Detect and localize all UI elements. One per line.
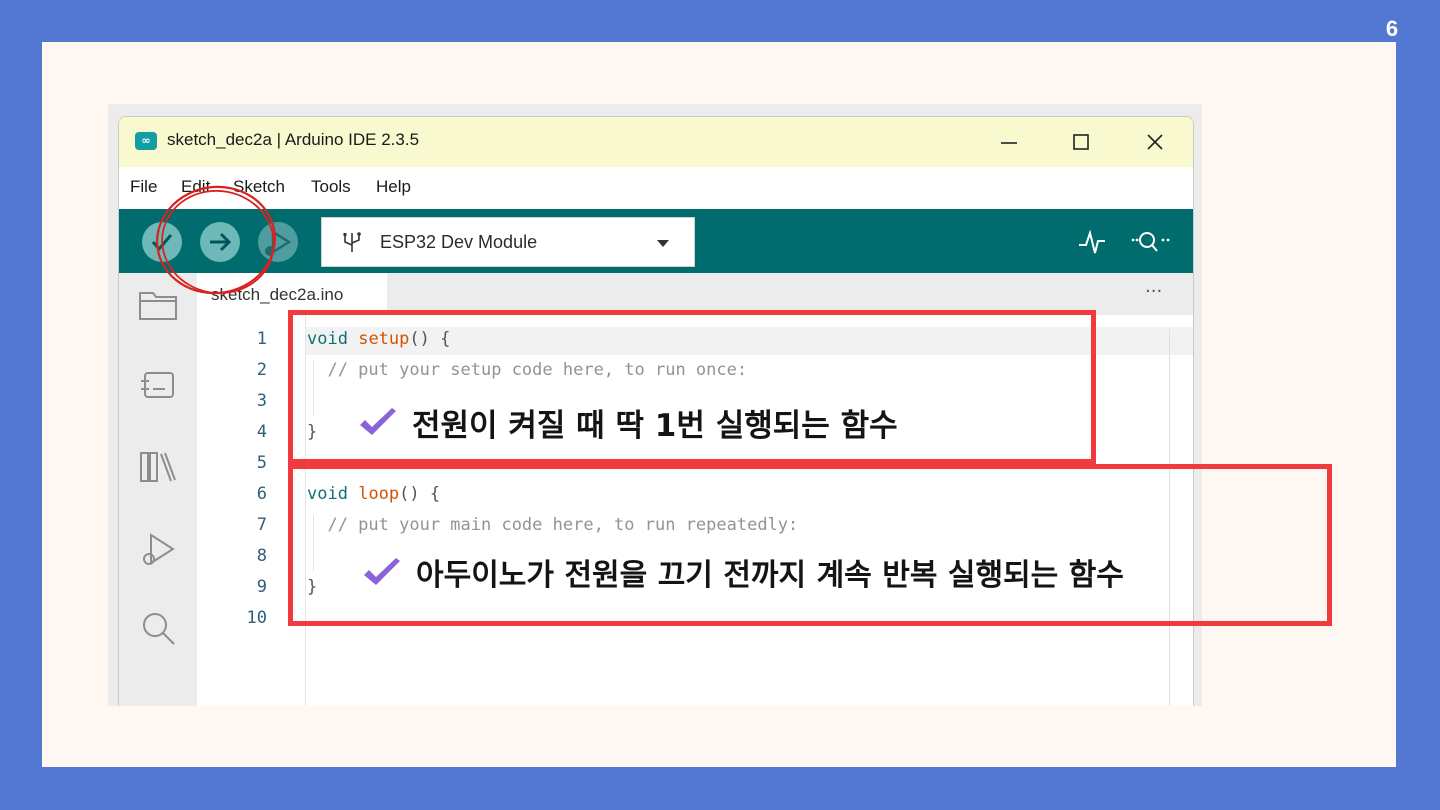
minimize-icon[interactable] bbox=[989, 125, 1029, 159]
line-number: 8 bbox=[256, 546, 267, 566]
menu-tools[interactable]: Tools bbox=[311, 177, 351, 197]
setup-annotation-text: 전원이 켜질 때 딱 1번 실행되는 함수 bbox=[412, 407, 898, 444]
maximize-icon[interactable] bbox=[1061, 125, 1101, 159]
tab-bar: sketch_dec2a.ino ··· bbox=[197, 273, 1193, 315]
window-title: sketch_dec2a | Arduino IDE 2.3.5 bbox=[167, 130, 420, 149]
line-number: 5 bbox=[256, 453, 267, 473]
line-number: 9 bbox=[256, 577, 267, 597]
debug-icon[interactable] bbox=[137, 529, 179, 571]
line-number: 3 bbox=[256, 391, 267, 411]
line-number: 6 bbox=[256, 484, 267, 504]
page-number: 6 bbox=[1385, 16, 1399, 41]
title-bar: ∞ sketch_dec2a | Arduino IDE 2.3.5 bbox=[119, 117, 1193, 167]
close-icon[interactable] bbox=[1135, 125, 1175, 159]
serial-monitor-icon[interactable] bbox=[1129, 227, 1173, 257]
boards-manager-icon[interactable] bbox=[137, 363, 179, 405]
search-icon[interactable] bbox=[137, 607, 179, 649]
board-name: ESP32 Dev Module bbox=[380, 232, 538, 252]
more-options-icon[interactable]: ··· bbox=[1145, 281, 1162, 302]
line-number: 4 bbox=[256, 422, 267, 442]
sidebar bbox=[119, 273, 197, 706]
red-circle-annotation bbox=[156, 185, 276, 295]
serial-plotter-icon[interactable] bbox=[1077, 227, 1107, 257]
line-number: 2 bbox=[256, 360, 267, 380]
library-icon[interactable] bbox=[137, 445, 179, 487]
board-selector[interactable]: ESP32 Dev Module bbox=[321, 217, 695, 267]
loop-annotation-text: 아두이노가 전원을 끄기 전까지 계속 반복 실행되는 함수 bbox=[416, 558, 1124, 593]
setup-annotation: 전원이 켜질 때 딱 1번 실행되는 함수 bbox=[356, 398, 898, 446]
line-number: 7 bbox=[256, 515, 267, 535]
usb-icon bbox=[343, 232, 361, 252]
arduino-logo-icon: ∞ bbox=[135, 132, 157, 150]
loop-annotation: 아두이노가 전원을 끄기 전까지 계속 반복 실행되는 함수 bbox=[360, 548, 1128, 596]
line-number: 1 bbox=[256, 329, 267, 349]
menu-help[interactable]: Help bbox=[376, 177, 411, 197]
chevron-down-icon bbox=[657, 240, 669, 247]
line-number: 10 bbox=[246, 608, 267, 628]
checkmark-icon bbox=[364, 558, 400, 585]
loop-highlight-box bbox=[288, 464, 1332, 626]
checkmark-icon bbox=[360, 408, 396, 435]
